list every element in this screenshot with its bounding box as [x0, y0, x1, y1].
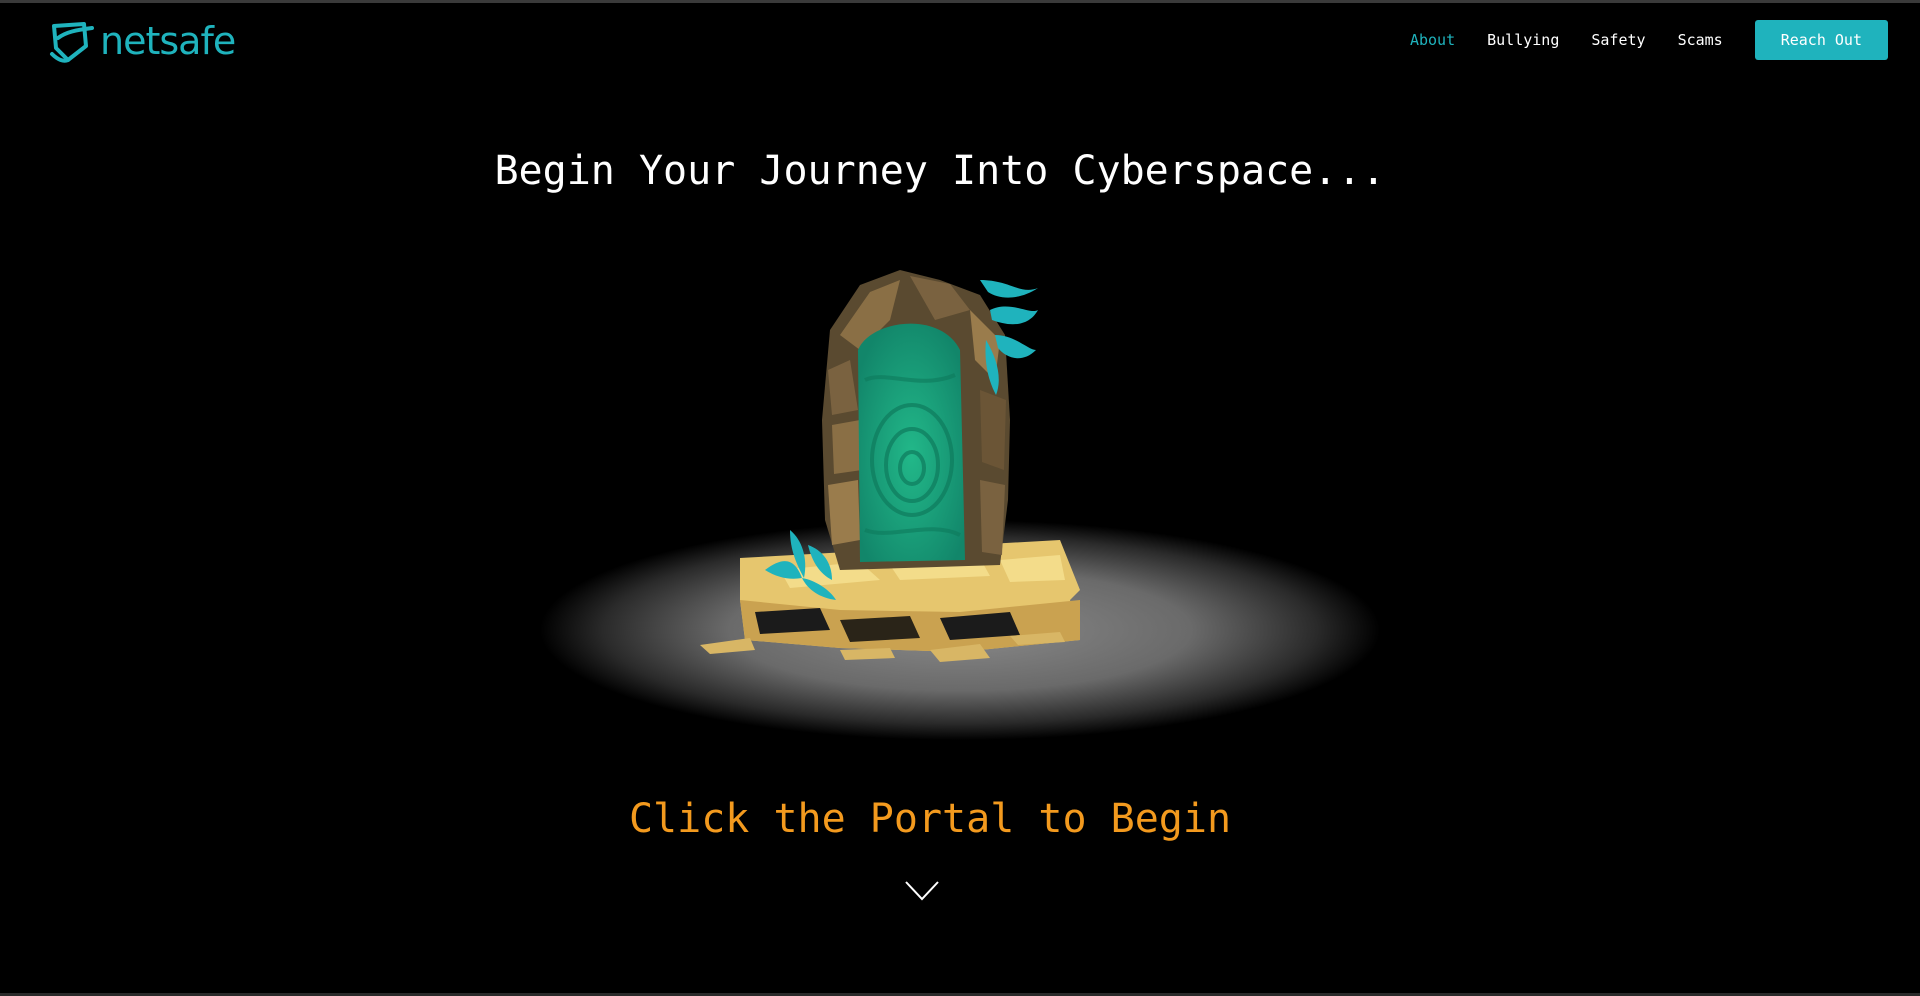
window-top-border	[0, 0, 1920, 3]
nav-link-about[interactable]: About	[1410, 31, 1455, 49]
portal-surface	[858, 323, 965, 562]
brand-name: netsafe	[100, 19, 236, 63]
netsafe-shield-logo-icon	[50, 22, 94, 63]
reach-out-button[interactable]: Reach Out	[1754, 20, 1888, 60]
hero-title: Begin Your Journey Into Cyberspace...	[494, 148, 1386, 194]
main-nav: About Bullying Safety Scams Reach Out	[1410, 20, 1888, 60]
portal-scene[interactable]	[540, 240, 1380, 740]
chevron-down-icon[interactable]	[904, 880, 940, 902]
nav-link-safety[interactable]: Safety	[1591, 31, 1645, 49]
click-portal-prompt: Click the Portal to Begin	[628, 796, 1232, 842]
netsafe-logo[interactable]: netsafe	[48, 18, 236, 64]
portal-3d-icon[interactable]	[700, 270, 1080, 662]
nav-link-bullying[interactable]: Bullying	[1487, 31, 1559, 49]
nav-link-scams[interactable]: Scams	[1678, 31, 1723, 49]
